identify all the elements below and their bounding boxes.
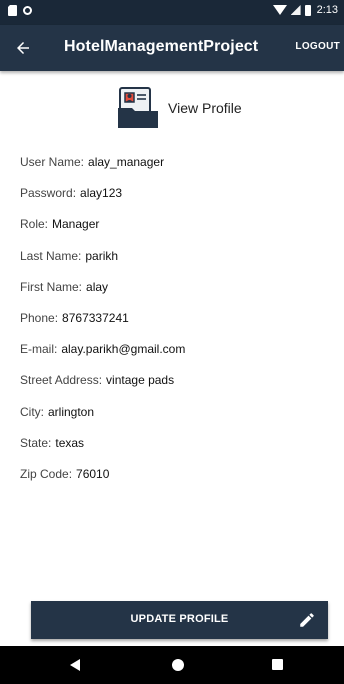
triangle-back-icon[interactable] — [70, 659, 80, 671]
info-value: arlington — [48, 404, 95, 419]
info-row-first-name: First Name: alay — [20, 280, 185, 311]
status-left — [8, 5, 32, 16]
info-label: State: — [20, 435, 52, 450]
logout-button[interactable]: LOGOUT — [295, 41, 340, 52]
info-row-user-name: User Name: alay_manager — [20, 155, 185, 186]
info-row-last-name: Last Name: parikh — [20, 249, 185, 280]
screen: 2:13 HotelManagementProject LOGOUT View … — [0, 0, 344, 684]
info-value: vintage pads — [106, 373, 175, 388]
battery-icon — [304, 4, 311, 16]
back-button[interactable] — [10, 35, 36, 61]
info-value: 76010 — [76, 466, 110, 481]
info-value: 8767337241 — [62, 310, 129, 325]
info-value: texas — [55, 435, 85, 450]
wifi-icon — [272, 5, 287, 15]
info-row-city: City: arlington — [20, 405, 185, 436]
status-bar: 2:13 — [0, 0, 344, 25]
status-right: 2:13 — [272, 4, 338, 16]
update-profile-button[interactable]: UPDATE PROFILE — [31, 601, 328, 639]
info-value: alay.parikh@gmail.com — [61, 342, 186, 357]
view-profile-title: View Profile — [168, 100, 242, 116]
status-time: 2:13 — [316, 4, 338, 16]
profile-info-list: User Name: alay_manager Password: alay123 … — [20, 155, 185, 498]
arrow-left-icon — [17, 42, 29, 54]
info-row-email: E-mail: alay.parikh@gmail.com — [20, 342, 185, 373]
info-row-street-address: Street Address: vintage pads — [20, 373, 185, 404]
app-title: HotelManagementProject — [64, 38, 259, 55]
info-label: Street Address: — [20, 373, 103, 388]
info-value: alay_manager — [88, 155, 165, 169]
info-label: Password: — [20, 186, 77, 201]
profile-card-icon — [118, 87, 158, 128]
info-row-phone: Phone: 8767337241 — [20, 311, 185, 342]
square-recents-icon[interactable] — [272, 659, 283, 670]
info-value: alay123 — [80, 186, 123, 201]
info-value: parikh — [85, 248, 119, 263]
info-label: Last Name: — [20, 248, 82, 263]
info-label: Phone: — [20, 310, 59, 325]
info-value: Manager — [52, 217, 100, 232]
info-row-role: Role: Manager — [20, 217, 185, 248]
update-profile-label: UPDATE PROFILE — [130, 613, 229, 625]
info-label: First Name: — [20, 279, 83, 294]
info-row-state: State: texas — [20, 436, 185, 467]
record-icon — [23, 6, 32, 15]
info-row-zip-code: Zip Code: 76010 — [20, 467, 185, 498]
info-label: Zip Code: — [20, 466, 73, 481]
info-label: City: — [20, 404, 44, 419]
circle-home-icon[interactable] — [172, 659, 184, 671]
navigation-bar — [0, 646, 344, 684]
signal-icon — [290, 5, 301, 15]
profile-header: View Profile — [116, 86, 242, 130]
info-row-password: Password: alay123 — [20, 186, 185, 217]
info-label: User Name: — [20, 155, 85, 169]
info-label: Role: — [20, 217, 49, 232]
sd-card-icon — [8, 5, 17, 16]
pencil-icon — [300, 613, 314, 627]
info-label: E-mail: — [20, 342, 58, 357]
info-value: alay — [86, 279, 109, 294]
app-bar: HotelManagementProject LOGOUT — [0, 25, 344, 71]
